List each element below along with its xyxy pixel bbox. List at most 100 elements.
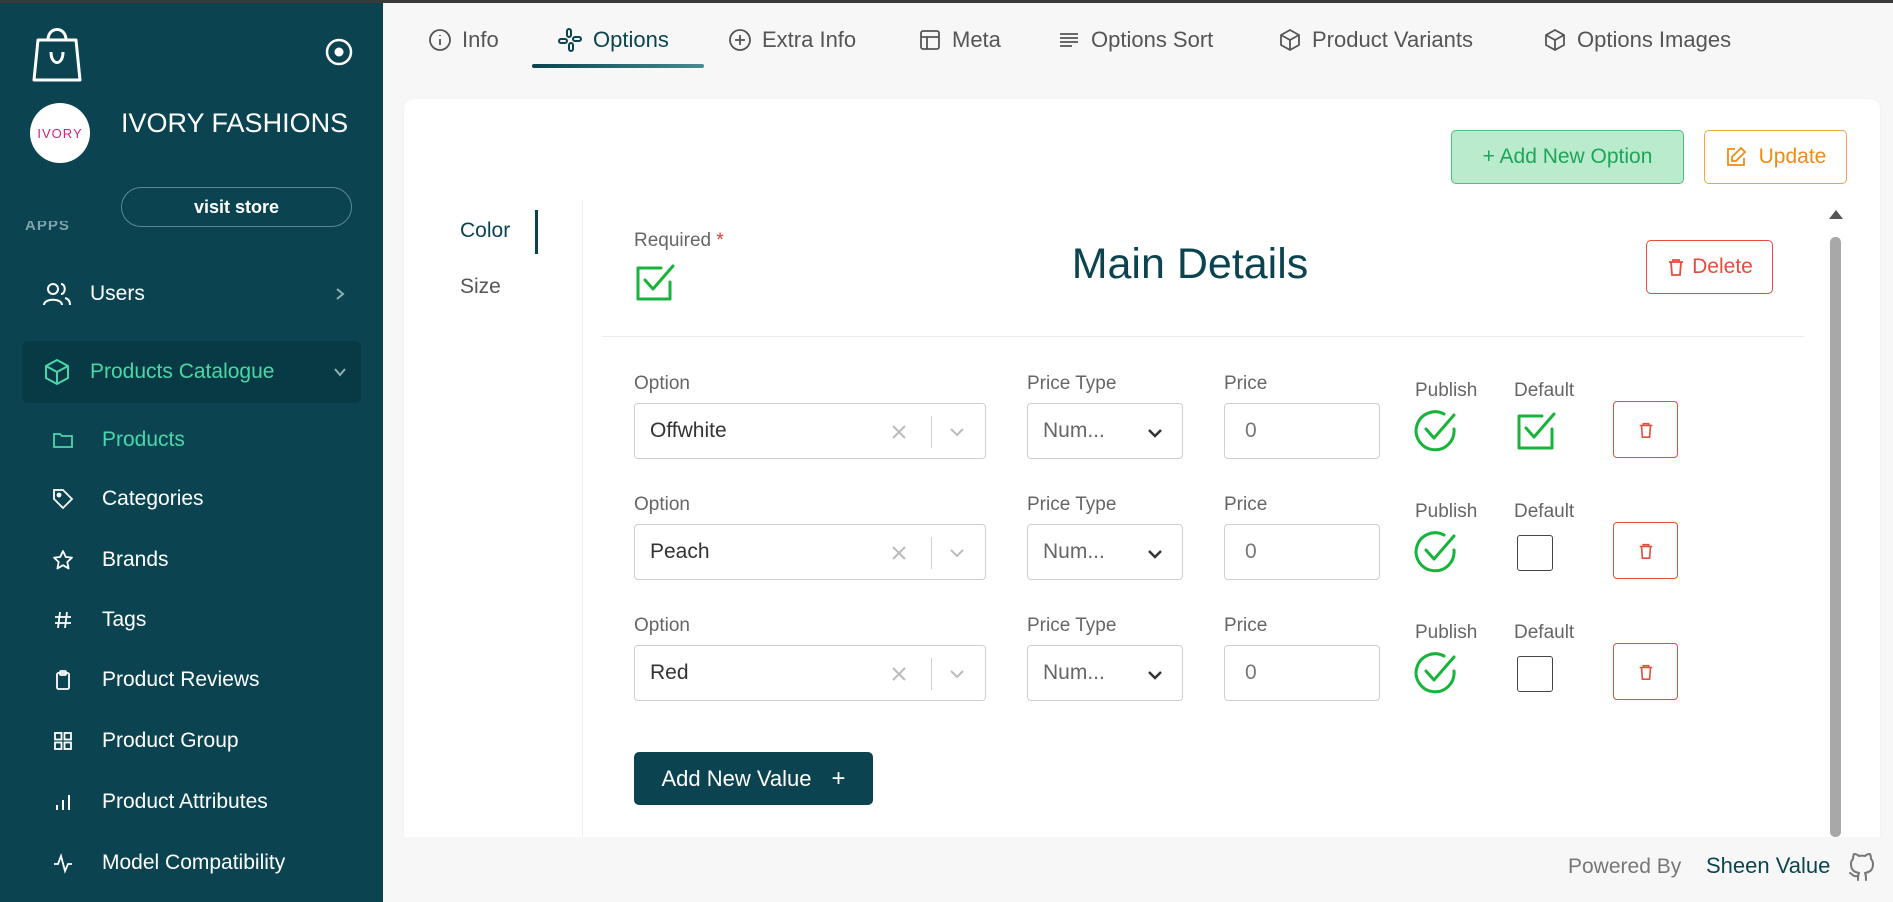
- main-details-title: Main Details: [1071, 240, 1309, 288]
- add-new-value-button[interactable]: Add New Value +: [634, 752, 873, 805]
- sidebar-item-tags[interactable]: Tags: [50, 600, 370, 640]
- tab-options-images[interactable]: Options Images: [1543, 20, 1731, 60]
- window-top-edge: [0, 0, 1893, 3]
- company-link[interactable]: Sheen Value: [1706, 853, 1830, 879]
- clear-icon[interactable]: [889, 543, 909, 563]
- price-type-select[interactable]: Num...: [1027, 524, 1183, 580]
- sidebar-item-products[interactable]: Products: [50, 420, 370, 460]
- default-checkbox[interactable]: [1517, 535, 1553, 571]
- price-type-label: Price Type: [1027, 494, 1117, 515]
- price-type-select[interactable]: Num...: [1027, 403, 1183, 459]
- target-settings-icon[interactable]: [323, 36, 355, 68]
- publish-check-icon[interactable]: [1414, 530, 1458, 574]
- delete-row-button[interactable]: [1613, 401, 1678, 458]
- option-group-size[interactable]: Size: [460, 275, 501, 299]
- chevron-down-icon: [1148, 550, 1162, 559]
- option-select-value: Peach: [650, 540, 710, 563]
- shopping-bag-logo-icon: [32, 28, 82, 82]
- default-label: Default: [1514, 622, 1575, 643]
- price-type-value: Num...: [1043, 540, 1105, 563]
- brand-name: IVORY FASHIONS: [121, 108, 349, 138]
- default-checkbox-checked-icon[interactable]: [1514, 409, 1558, 453]
- price-input[interactable]: [1224, 524, 1380, 580]
- chevron-down-icon: [1148, 429, 1162, 438]
- price-type-value: Num...: [1043, 419, 1105, 442]
- option-select[interactable]: Offwhite: [634, 403, 986, 459]
- sidebar-item-categories[interactable]: Categories: [50, 479, 370, 519]
- sidebar-item-label: Brands: [102, 548, 169, 571]
- publish-label: Publish: [1415, 622, 1478, 643]
- required-text: Required: [634, 230, 712, 251]
- clear-icon[interactable]: [889, 422, 909, 442]
- required-checkbox-checked-icon[interactable]: [634, 262, 676, 304]
- tab-options[interactable]: Options: [557, 20, 669, 60]
- bar-chart-icon: [50, 789, 76, 815]
- tab-options-sort[interactable]: Options Sort: [1057, 20, 1213, 60]
- delete-option-button[interactable]: Delete: [1646, 240, 1773, 294]
- sidebar-item-label: Products Catalogue: [90, 360, 275, 383]
- folder-icon: [50, 427, 76, 453]
- sidebar-item-product-attributes[interactable]: Product Attributes: [50, 782, 370, 822]
- option-select[interactable]: Peach: [634, 524, 986, 580]
- sidebar-item-product-group[interactable]: Product Group: [50, 721, 370, 761]
- scroll-up-arrow-icon[interactable]: [1829, 210, 1843, 219]
- powered-by-label: Powered By: [1568, 855, 1682, 878]
- chevron-down-icon[interactable]: [947, 664, 967, 684]
- tab-label: Meta: [952, 27, 1001, 52]
- price-type-value: Num...: [1043, 661, 1105, 684]
- add-new-option-button[interactable]: + Add New Option: [1451, 130, 1684, 184]
- sidebar-item-users[interactable]: Users: [22, 263, 361, 325]
- option-label: Option: [634, 494, 690, 515]
- sidebar-item-brands[interactable]: Brands: [50, 540, 370, 580]
- active-tab-indicator: [532, 64, 704, 68]
- edit-icon: [1726, 146, 1746, 166]
- add-new-value-label: Add New Value: [661, 765, 812, 791]
- github-icon[interactable]: [1846, 852, 1878, 884]
- sidebar-item-product-reviews[interactable]: Product Reviews: [50, 660, 370, 700]
- tab-meta[interactable]: Meta: [918, 20, 1001, 60]
- sidebar-item-model-compatibility[interactable]: Model Compatibility: [50, 843, 370, 883]
- plus-circle-icon: [729, 29, 751, 51]
- chevron-down-icon[interactable]: [947, 543, 967, 563]
- info-icon: [429, 29, 451, 51]
- apps-section-label: APPS: [25, 217, 70, 234]
- chevron-down-icon: [1148, 671, 1162, 680]
- publish-check-icon[interactable]: [1414, 651, 1458, 695]
- brand-avatar: IVORY: [30, 103, 90, 163]
- chevron-down-icon[interactable]: [947, 422, 967, 442]
- option-select[interactable]: Red: [634, 645, 986, 701]
- update-button[interactable]: Update: [1704, 130, 1847, 184]
- clipboard-icon: [50, 667, 76, 693]
- delete-row-button[interactable]: [1613, 643, 1678, 700]
- tab-extra-info[interactable]: Extra Info: [728, 20, 856, 60]
- tab-product-variants[interactable]: Product Variants: [1278, 20, 1473, 60]
- tab-info[interactable]: Info: [428, 20, 499, 60]
- publish-check-icon[interactable]: [1414, 409, 1458, 453]
- activity-icon: [50, 850, 76, 876]
- scrollbar-thumb[interactable]: [1830, 237, 1841, 837]
- price-type-select[interactable]: Num...: [1027, 645, 1183, 701]
- star-icon: [50, 547, 76, 573]
- users-icon: [43, 283, 71, 306]
- option-group-color[interactable]: Color: [460, 219, 510, 243]
- option-select-value: Red: [650, 661, 689, 684]
- sidebar-item-label: Product Attributes: [102, 790, 268, 813]
- price-label: Price: [1224, 494, 1268, 515]
- clear-icon[interactable]: [889, 664, 909, 684]
- lines-icon: [1060, 33, 1078, 47]
- default-checkbox[interactable]: [1517, 656, 1553, 692]
- trash-icon: [1639, 664, 1652, 680]
- visit-store-button[interactable]: visit store: [121, 187, 352, 227]
- box-icon: [1545, 29, 1565, 51]
- price-input[interactable]: [1224, 645, 1380, 701]
- select-separator: [931, 658, 932, 690]
- price-label: Price: [1224, 373, 1268, 394]
- option-select-value: Offwhite: [650, 419, 727, 442]
- sidebar-item-products-catalogue[interactable]: Products Catalogue: [22, 341, 361, 403]
- delete-row-button[interactable]: [1613, 522, 1678, 579]
- price-input[interactable]: [1224, 403, 1380, 459]
- default-label: Default: [1514, 380, 1575, 401]
- product-tabs: Info Options Extra Info Meta Options Sor…: [383, 0, 1893, 70]
- trash-icon: [1639, 422, 1652, 438]
- trash-icon: [1669, 259, 1684, 276]
